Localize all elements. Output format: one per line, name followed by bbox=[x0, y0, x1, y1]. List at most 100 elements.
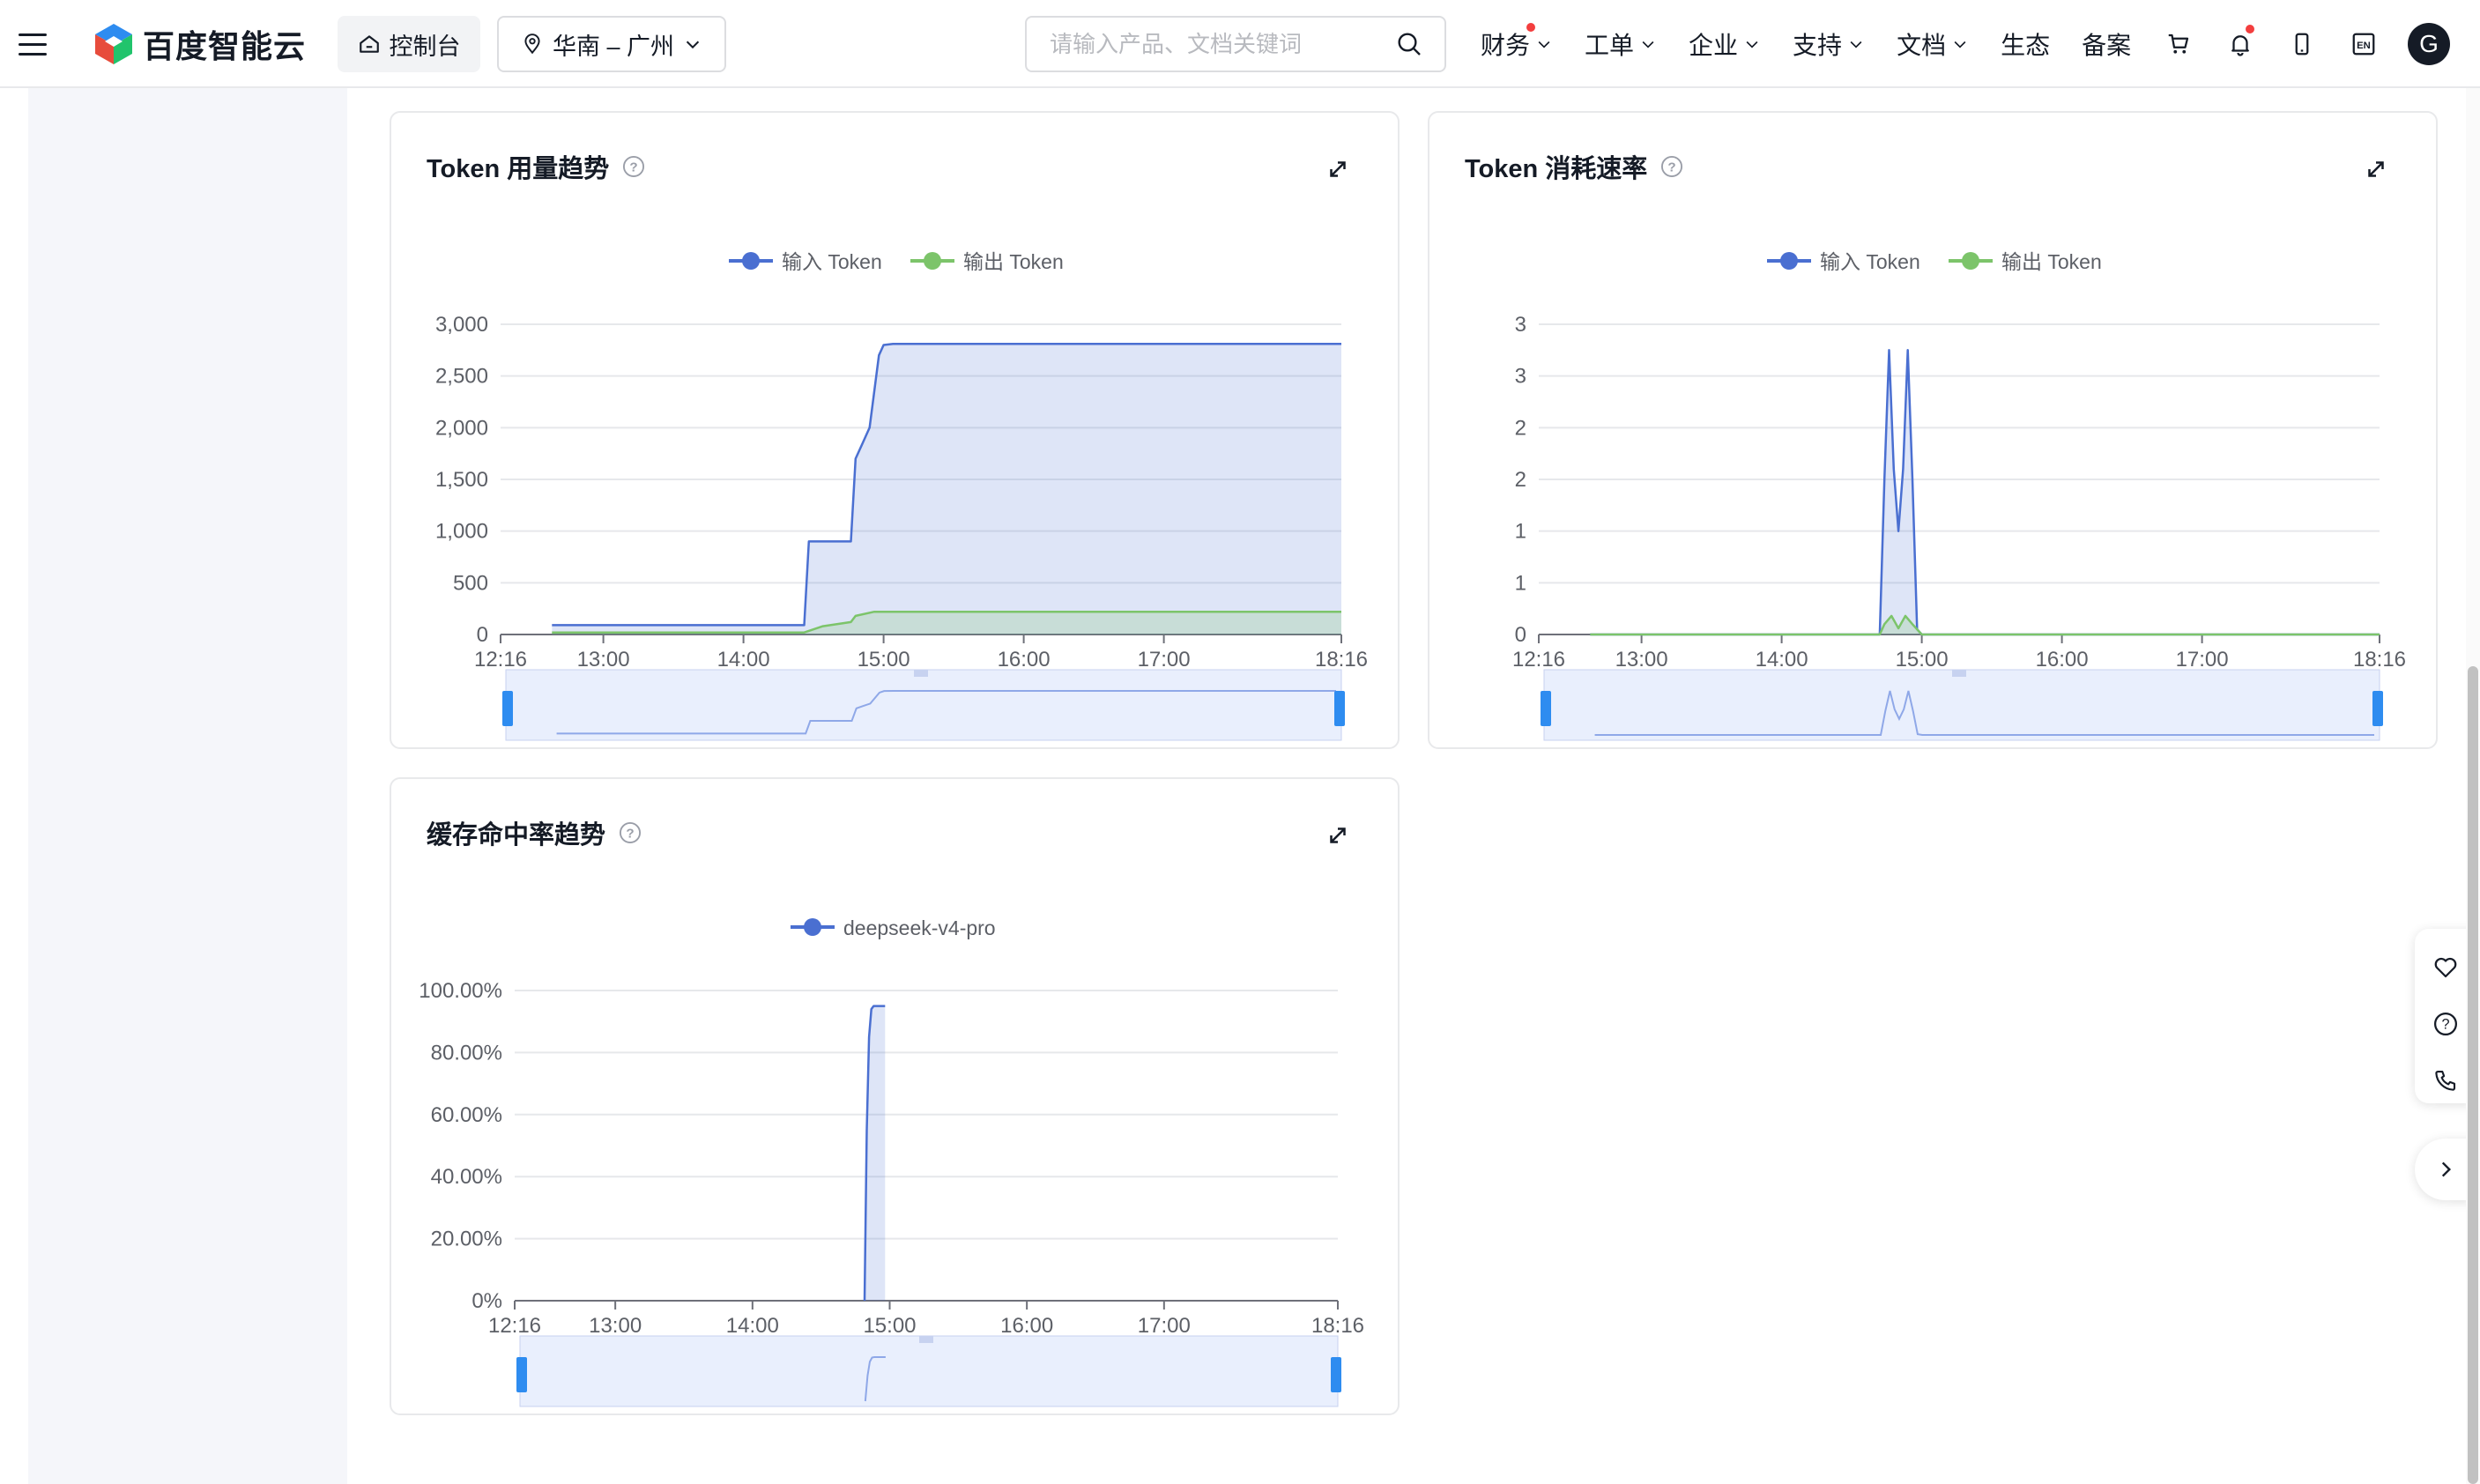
logo-cube-icon bbox=[95, 24, 132, 64]
console-button[interactable]: 控制台 bbox=[338, 16, 480, 72]
nav-finance[interactable]: 财务 bbox=[1481, 23, 1553, 62]
legend-marker bbox=[924, 252, 941, 270]
nav-enterprise-label: 企业 bbox=[1689, 32, 1739, 59]
y-tick-label: 3 bbox=[1515, 313, 1526, 337]
header-icons: EN G bbox=[2157, 23, 2450, 65]
x-tick-label: 17:00 bbox=[1138, 648, 1191, 672]
notification-dot bbox=[1526, 23, 1535, 32]
region-selector[interactable]: 华南 – 广州 bbox=[497, 16, 726, 72]
nav-ecosystem-label: 生态 bbox=[2001, 32, 2051, 59]
chevron-down-icon bbox=[1538, 41, 1550, 48]
legend-marker bbox=[742, 252, 760, 270]
location-icon bbox=[524, 33, 540, 55]
zoom-track bbox=[505, 669, 1342, 741]
series-area bbox=[1590, 350, 2380, 634]
legend-label: 输入 Token bbox=[782, 250, 882, 273]
nav-ecosystem[interactable]: 生态 bbox=[2001, 26, 2050, 62]
x-tick-label: 12:16 bbox=[488, 1314, 541, 1338]
nav-filing-label: 备案 bbox=[2082, 32, 2132, 59]
x-tick-label: 13:00 bbox=[577, 648, 630, 672]
x-tick-label: 14:00 bbox=[726, 1314, 779, 1338]
data-zoom-slider[interactable] bbox=[1541, 669, 2383, 741]
y-tick-label: 0% bbox=[471, 1289, 502, 1313]
home-icon bbox=[359, 35, 379, 53]
nav-filing[interactable]: 备案 bbox=[2082, 26, 2131, 62]
nav-docs-label: 文档 bbox=[1897, 32, 1947, 59]
cart-icon[interactable] bbox=[2157, 23, 2200, 65]
search-box bbox=[1025, 16, 1446, 72]
top-nav: 财务 工单 企业 支持 文档 生态 备案 bbox=[1481, 23, 2163, 65]
chevron-down-icon bbox=[1850, 41, 1862, 48]
chevron-down-icon bbox=[686, 41, 700, 49]
legend-marker bbox=[1780, 252, 1798, 270]
x-tick-label: 17:00 bbox=[1138, 1314, 1191, 1338]
y-tick-label: 2,500 bbox=[435, 365, 488, 389]
y-tick-label: 3 bbox=[1515, 365, 1526, 389]
x-tick-label: 16:00 bbox=[998, 648, 1051, 672]
nav-docs[interactable]: 文档 bbox=[1897, 26, 1969, 62]
y-tick-label: 1,000 bbox=[435, 520, 488, 544]
x-tick-label: 14:00 bbox=[1756, 648, 1808, 672]
phone-icon[interactable] bbox=[2281, 23, 2323, 65]
series-area bbox=[552, 344, 1341, 634]
zoom-handle-right bbox=[1331, 1357, 1341, 1392]
zoom-handle-right bbox=[2372, 691, 2383, 726]
data-zoom-slider[interactable] bbox=[502, 669, 1345, 741]
x-tick-label: 13:00 bbox=[1615, 648, 1668, 672]
zoom-handle-left bbox=[502, 691, 513, 726]
rate-chart: 输入 Token 输出 Token 0 1 1 2 2 3 3 12:16 13:00 14:00 15… bbox=[1512, 250, 2406, 741]
legend-marker bbox=[804, 918, 821, 936]
legend-item[interactable]: 输入 Token bbox=[729, 250, 882, 273]
scrollbar-thumb[interactable] bbox=[2468, 666, 2478, 1484]
zoom-grip bbox=[1952, 670, 1966, 677]
nav-support[interactable]: 支持 bbox=[1793, 26, 1865, 62]
x-tick-label: 16:00 bbox=[2036, 648, 2089, 672]
token-rate-card: Token 消耗速率 ? 输入 Token 输出 Token 0 1 1 2 2 3 3 12:1… bbox=[1428, 111, 2438, 749]
legend-marker bbox=[1962, 252, 1979, 270]
heart-icon[interactable] bbox=[2424, 946, 2467, 989]
x-tick-label: 16:00 bbox=[1000, 1314, 1053, 1338]
logo[interactable]: 百度智能云 bbox=[93, 21, 306, 67]
x-tick-label: 15:00 bbox=[863, 1314, 916, 1338]
legend-item[interactable]: deepseek-v4-pro bbox=[791, 916, 996, 939]
data-zoom-slider[interactable] bbox=[516, 1335, 1341, 1407]
nav-ticket[interactable]: 工单 bbox=[1585, 26, 1657, 62]
cache-hit-card: 缓存命中率趋势 ? deepseek-v4-pro 0% 20.00% 40.00% 6… bbox=[390, 777, 1400, 1415]
phone-call-icon[interactable] bbox=[2424, 1059, 2467, 1102]
series-line bbox=[1590, 349, 2380, 636]
region-label: 华南 – 广州 bbox=[552, 33, 675, 60]
legend-label: 输入 Token bbox=[1820, 250, 1920, 273]
legend-item[interactable]: 输出 Token bbox=[1949, 250, 2102, 273]
legend-label: 输出 Token bbox=[963, 250, 1064, 273]
y-tick-label: 500 bbox=[453, 571, 488, 595]
legend-item[interactable]: 输出 Token bbox=[910, 250, 1064, 273]
avatar[interactable]: G bbox=[2408, 23, 2450, 65]
x-tick-label: 15:00 bbox=[858, 648, 910, 672]
help-icon[interactable]: ? bbox=[2424, 1003, 2467, 1045]
en-language-icon[interactable]: EN bbox=[2343, 23, 2385, 65]
y-tick-label: 20.00% bbox=[431, 1228, 502, 1251]
legend-item[interactable]: 输入 Token bbox=[1767, 250, 1920, 273]
nav-finance-label: 财务 bbox=[1481, 32, 1531, 59]
bell-icon[interactable] bbox=[2219, 23, 2261, 65]
zoom-handle-left bbox=[516, 1357, 527, 1392]
cache-chart: deepseek-v4-pro 0% 20.00% 40.00% 60.00% 80.00… bbox=[419, 916, 1364, 1407]
y-tick-label: 60.00% bbox=[431, 1103, 502, 1127]
nav-support-label: 支持 bbox=[1793, 32, 1843, 59]
y-tick-label: 2 bbox=[1515, 468, 1526, 492]
svg-text:?: ? bbox=[2441, 1017, 2449, 1033]
search-input[interactable] bbox=[1048, 29, 1369, 59]
y-tick-label: 0 bbox=[1515, 623, 1526, 647]
y-tick-label: 40.00% bbox=[431, 1165, 502, 1189]
left-sidebar-area bbox=[28, 88, 347, 1484]
y-tick-label: 1 bbox=[1515, 520, 1526, 544]
nav-enterprise[interactable]: 企业 bbox=[1689, 26, 1761, 62]
zoom-track bbox=[1543, 669, 2380, 741]
search-icon[interactable] bbox=[1395, 30, 1423, 58]
chevron-down-icon bbox=[1746, 41, 1758, 48]
top-navigation-bar: 百度智能云 控制台 华南 – 广州 财务 工单 bbox=[0, 0, 2480, 88]
y-tick-label: 1 bbox=[1515, 571, 1526, 595]
menu-icon[interactable] bbox=[18, 26, 48, 62]
y-tick-label: 3,000 bbox=[435, 313, 488, 337]
chevron-down-icon bbox=[1642, 41, 1654, 48]
